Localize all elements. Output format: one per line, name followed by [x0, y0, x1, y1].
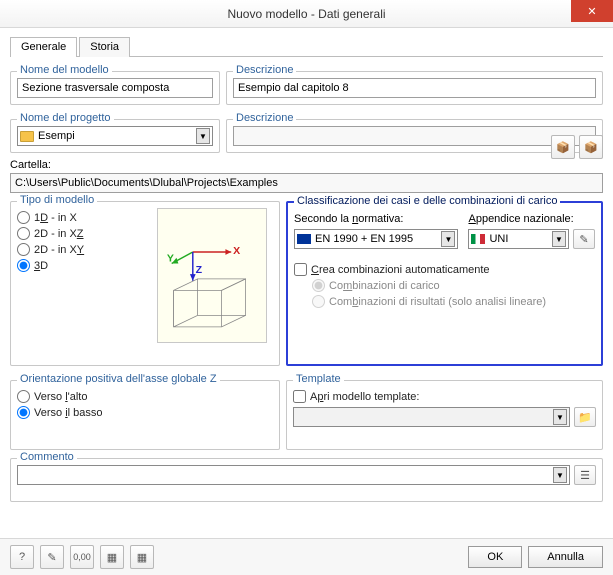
group-comment: Commento ▼ ☰	[10, 458, 603, 502]
chevron-down-icon: ▼	[552, 231, 566, 247]
comment-select[interactable]: ▼	[17, 465, 570, 485]
save-template-button[interactable]: ▦	[100, 545, 124, 569]
help-icon: ?	[19, 551, 25, 563]
titlebar: Nuovo modello - Dati generali ✕	[0, 0, 613, 28]
group-description-1-legend: Descrizione	[233, 64, 296, 76]
help-button[interactable]: ?	[10, 545, 34, 569]
group-orientation: Orientazione positiva dell'asse globale …	[10, 380, 280, 450]
folder-label: Cartella:	[10, 159, 603, 171]
group-model-type: Tipo di modello 1D - in X 2D - in XZ 2D …	[10, 201, 280, 366]
svg-text:X: X	[233, 244, 240, 256]
template-select: ▼	[293, 407, 570, 427]
tab-general[interactable]: Generale	[10, 37, 77, 57]
standard-label: Secondo la normativa:	[294, 213, 458, 225]
window-title: Nuovo modello - Dati generali	[0, 7, 613, 21]
group-description-2-legend: Descrizione	[233, 112, 296, 124]
group-classification-legend: Classificazione dei casi e delle combina…	[294, 195, 560, 207]
tab-history[interactable]: Storia	[79, 37, 130, 57]
load-template-button[interactable]: ▦	[130, 545, 154, 569]
radio-z-up[interactable]: Verso l'alto	[17, 390, 273, 403]
edit-button[interactable]: ✎	[40, 545, 64, 569]
radio-3d[interactable]: 3D	[17, 259, 147, 272]
units-button[interactable]: 0,00	[70, 545, 94, 569]
svg-text:Y: Y	[167, 252, 174, 264]
pencil-icon: ✎	[47, 551, 56, 564]
check-open-template[interactable]: Apri modello template:	[293, 390, 596, 403]
load-arrow-icon: ▦	[137, 551, 147, 564]
folder-icon: 📁	[578, 411, 592, 424]
comment-pick-button[interactable]: ☰	[574, 465, 596, 485]
standard-value: EN 1990 + EN 1995	[315, 233, 413, 245]
package-icon: 📦	[556, 141, 570, 154]
project-name-select[interactable]: Esempi ▼	[17, 126, 213, 146]
radio-1d-x[interactable]: 1D - in X	[17, 211, 147, 224]
close-icon: ✕	[587, 5, 596, 18]
radio-z-down[interactable]: Verso il basso	[17, 406, 273, 419]
chevron-down-icon: ▼	[553, 467, 567, 483]
group-template-legend: Template	[293, 373, 344, 385]
annex-label: Appendice nazionale:	[468, 213, 595, 225]
chevron-down-icon: ▼	[441, 231, 455, 247]
annex-value: UNI	[489, 233, 508, 245]
bottombar: ? ✎ 0,00 ▦ ▦ OK Annulla	[0, 538, 613, 575]
group-project-name: Nome del progetto Esempi ▼	[10, 119, 220, 153]
ok-button[interactable]: OK	[468, 546, 522, 568]
group-project-name-legend: Nome del progetto	[17, 112, 114, 124]
radio-load-combinations: Combinazioni di carico	[312, 279, 595, 292]
group-description-2: Descrizione	[226, 119, 603, 153]
edit-icon: ✎	[579, 233, 588, 246]
svg-text:Z: Z	[196, 264, 203, 276]
list-icon: ☰	[580, 469, 590, 482]
model-name-input[interactable]	[17, 78, 213, 98]
group-model-type-legend: Tipo di modello	[17, 194, 97, 206]
group-classification: Classificazione dei casi e delle combina…	[286, 201, 603, 366]
project-name-value: Esempi	[38, 130, 75, 142]
group-description-1: Descrizione	[226, 71, 603, 105]
chevron-down-icon: ▼	[553, 409, 567, 425]
folder-icon	[20, 131, 34, 142]
radio-result-combinations: Combinazioni di risultati (solo analisi …	[312, 295, 595, 308]
axes-3d-icon: X Y Z	[164, 221, 260, 331]
it-flag-icon	[471, 234, 485, 244]
eu-flag-icon	[297, 234, 311, 244]
save-plus-icon: ▦	[107, 551, 117, 564]
group-model-name-legend: Nome del modello	[17, 64, 112, 76]
close-button[interactable]: ✕	[571, 0, 613, 22]
group-comment-legend: Commento	[17, 451, 77, 463]
template-browse-button[interactable]: 📁	[574, 407, 596, 427]
group-orientation-legend: Orientazione positiva dell'asse globale …	[17, 373, 220, 385]
model-type-preview: X Y Z	[157, 208, 267, 343]
annex-select[interactable]: UNI ▼	[468, 229, 569, 249]
project-new-button[interactable]: 📦	[551, 135, 575, 159]
package-open-icon: 📦	[584, 141, 598, 154]
group-template: Template Apri modello template: ▼ 📁	[286, 380, 603, 450]
annex-edit-button[interactable]: ✎	[573, 229, 595, 249]
radio-2d-xy[interactable]: 2D - in XY	[17, 243, 147, 256]
folder-path-input	[10, 173, 603, 193]
group-model-name: Nome del modello	[10, 71, 220, 105]
ruler-icon: 0,00	[73, 552, 91, 562]
standard-select[interactable]: EN 1990 + EN 1995 ▼	[294, 229, 458, 249]
check-auto-combinations[interactable]: Crea combinazioni automaticamente	[294, 263, 595, 276]
project-open-button[interactable]: 📦	[579, 135, 603, 159]
tabstrip: Generale Storia	[10, 36, 603, 57]
cancel-button[interactable]: Annulla	[528, 546, 603, 568]
description-2-input	[233, 126, 596, 146]
description-1-input[interactable]	[233, 78, 596, 98]
radio-2d-xz[interactable]: 2D - in XZ	[17, 227, 147, 240]
chevron-down-icon: ▼	[196, 128, 210, 144]
